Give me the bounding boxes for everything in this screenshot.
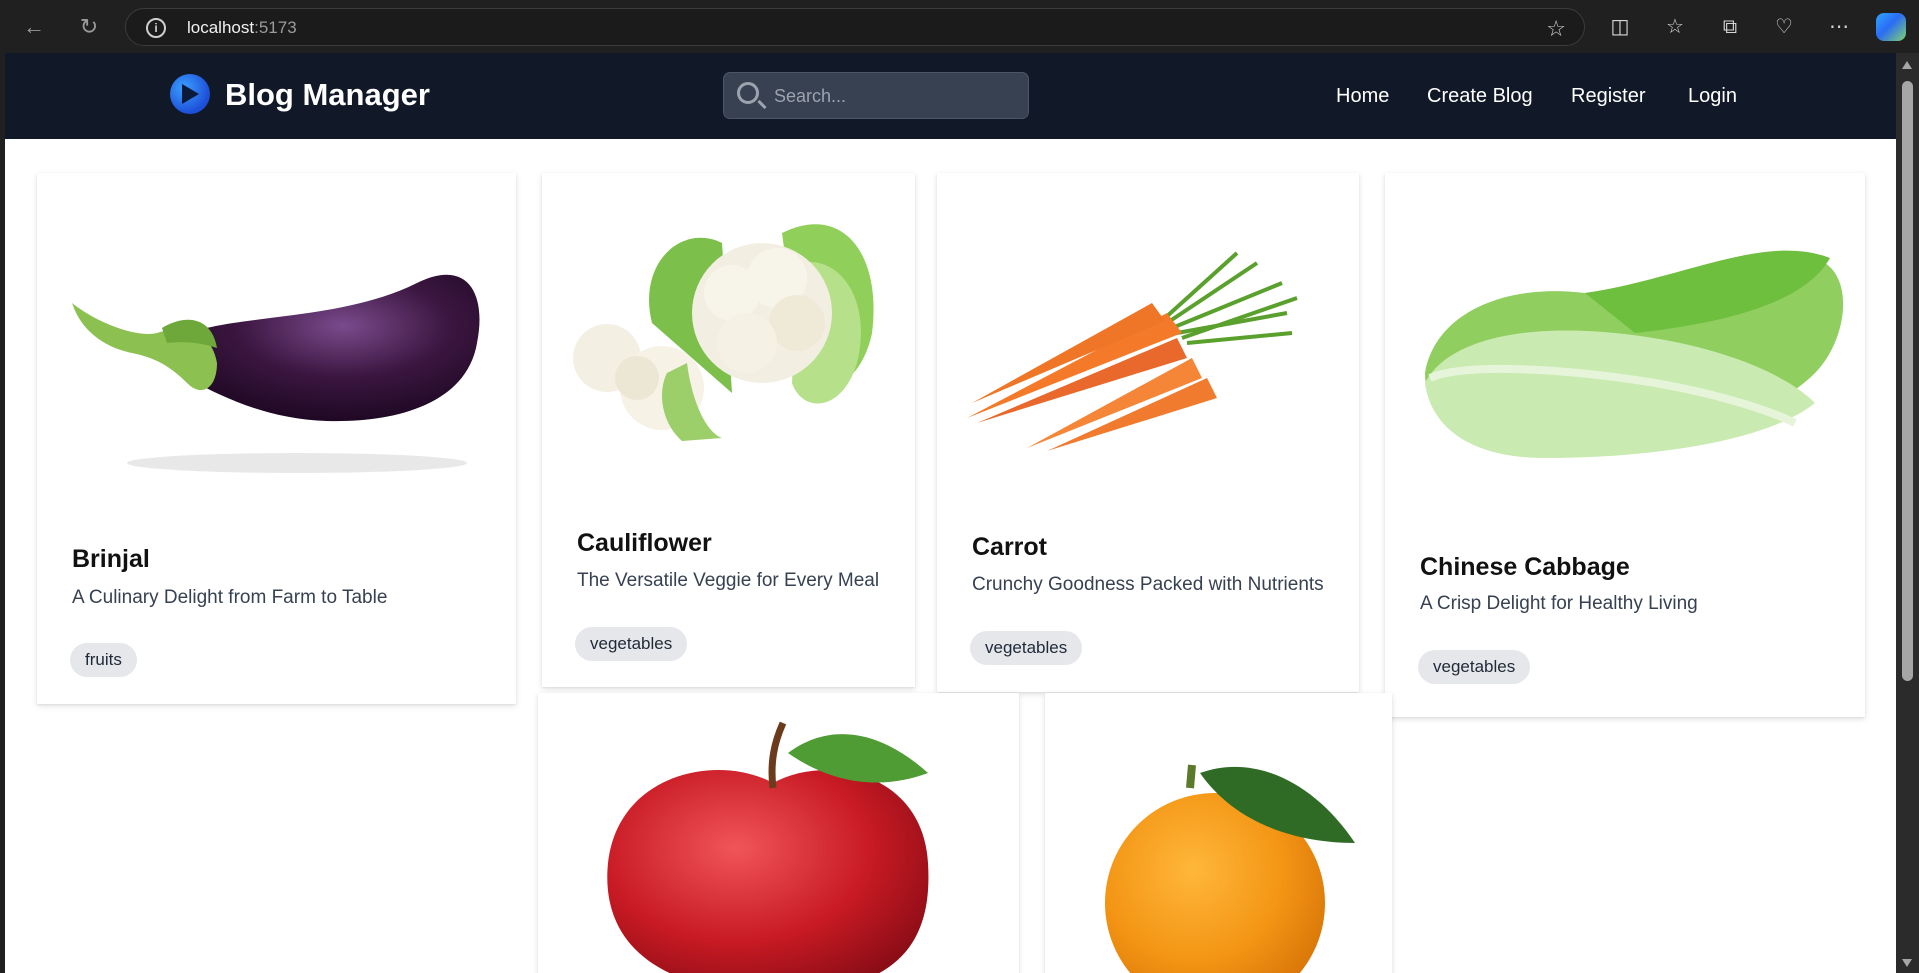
- scroll-down-icon[interactable]: [1902, 959, 1912, 967]
- nav-login[interactable]: Login: [1688, 85, 1737, 108]
- page-viewport: Blog Manager Home Create Blog Register L…: [5, 53, 1896, 973]
- url-port: :5173: [254, 18, 297, 37]
- search-box[interactable]: [723, 72, 1029, 119]
- bok-choy-image: [1425, 250, 1844, 458]
- nav-create-blog[interactable]: Create Blog: [1427, 85, 1533, 108]
- card-description: A Culinary Delight from Farm to Table: [72, 587, 388, 608]
- blog-card[interactable]: Carrot Crunchy Goodness Packed with Nutr…: [937, 173, 1359, 692]
- address-url: localhost:5173: [187, 18, 297, 38]
- card-description: A Crisp Delight for Healthy Living: [1420, 593, 1698, 614]
- carrots-image: [967, 251, 1298, 451]
- search-icon: [737, 82, 759, 104]
- page-scrollbar[interactable]: [1896, 53, 1919, 973]
- logo-icon[interactable]: [170, 74, 210, 114]
- site-header: Blog Manager Home Create Blog Register L…: [5, 53, 1896, 139]
- brand-title[interactable]: Blog Manager: [225, 77, 430, 113]
- eggplant-image: [72, 274, 480, 473]
- favorite-star-icon[interactable]: ☆: [1546, 16, 1566, 42]
- card-description: The Versatile Veggie for Every Meal: [577, 570, 880, 591]
- search-input[interactable]: [774, 81, 1014, 111]
- url-host: localhost: [187, 18, 255, 37]
- favorites-icon[interactable]: ☆: [1661, 13, 1689, 41]
- card-tag[interactable]: vegetables: [1418, 650, 1531, 684]
- blog-card[interactable]: [538, 693, 1019, 973]
- card-title[interactable]: Chinese Cabbage: [1420, 553, 1630, 582]
- cauliflower-image: [573, 224, 874, 441]
- nav-home[interactable]: Home: [1336, 85, 1389, 108]
- nav-register[interactable]: Register: [1571, 85, 1645, 108]
- blog-card[interactable]: [1045, 693, 1392, 973]
- card-description: Crunchy Goodness Packed with Nutrients: [972, 574, 1324, 595]
- apple-image: [607, 721, 929, 973]
- card-title[interactable]: Carrot: [972, 533, 1047, 562]
- address-bar[interactable]: i localhost:5173 ☆: [125, 8, 1585, 46]
- browser-toolbar: ← ↻ i localhost:5173 ☆ ◫ ☆ ⧉ ♡ ⋯: [0, 0, 1919, 53]
- back-arrow-icon[interactable]: ←: [19, 12, 49, 42]
- scrollbar-thumb[interactable]: [1902, 81, 1913, 681]
- card-tag[interactable]: vegetables: [970, 631, 1083, 665]
- blog-card[interactable]: Cauliflower The Versatile Veggie for Eve…: [542, 173, 915, 687]
- card-title[interactable]: Brinjal: [72, 545, 150, 574]
- collections-icon[interactable]: ⧉: [1716, 13, 1744, 41]
- scroll-up-icon[interactable]: [1902, 61, 1912, 69]
- split-screen-icon[interactable]: ◫: [1606, 13, 1634, 41]
- site-info-icon[interactable]: i: [146, 18, 166, 38]
- browser-essentials-icon[interactable]: ♡: [1770, 13, 1798, 41]
- card-tag[interactable]: fruits: [70, 643, 137, 677]
- browser-window: ← ↻ i localhost:5173 ☆ ◫ ☆ ⧉ ♡ ⋯ Blog Ma…: [0, 0, 1919, 973]
- copilot-icon[interactable]: [1876, 13, 1906, 41]
- card-tag[interactable]: vegetables: [575, 627, 688, 661]
- blog-card[interactable]: Chinese Cabbage A Crisp Delight for Heal…: [1385, 173, 1865, 717]
- reload-icon[interactable]: ↻: [74, 12, 104, 42]
- blog-card[interactable]: Brinjal A Culinary Delight from Farm to …: [37, 173, 516, 704]
- card-title[interactable]: Cauliflower: [577, 529, 712, 558]
- orange-image: [1105, 764, 1355, 973]
- more-options-icon[interactable]: ⋯: [1825, 13, 1853, 41]
